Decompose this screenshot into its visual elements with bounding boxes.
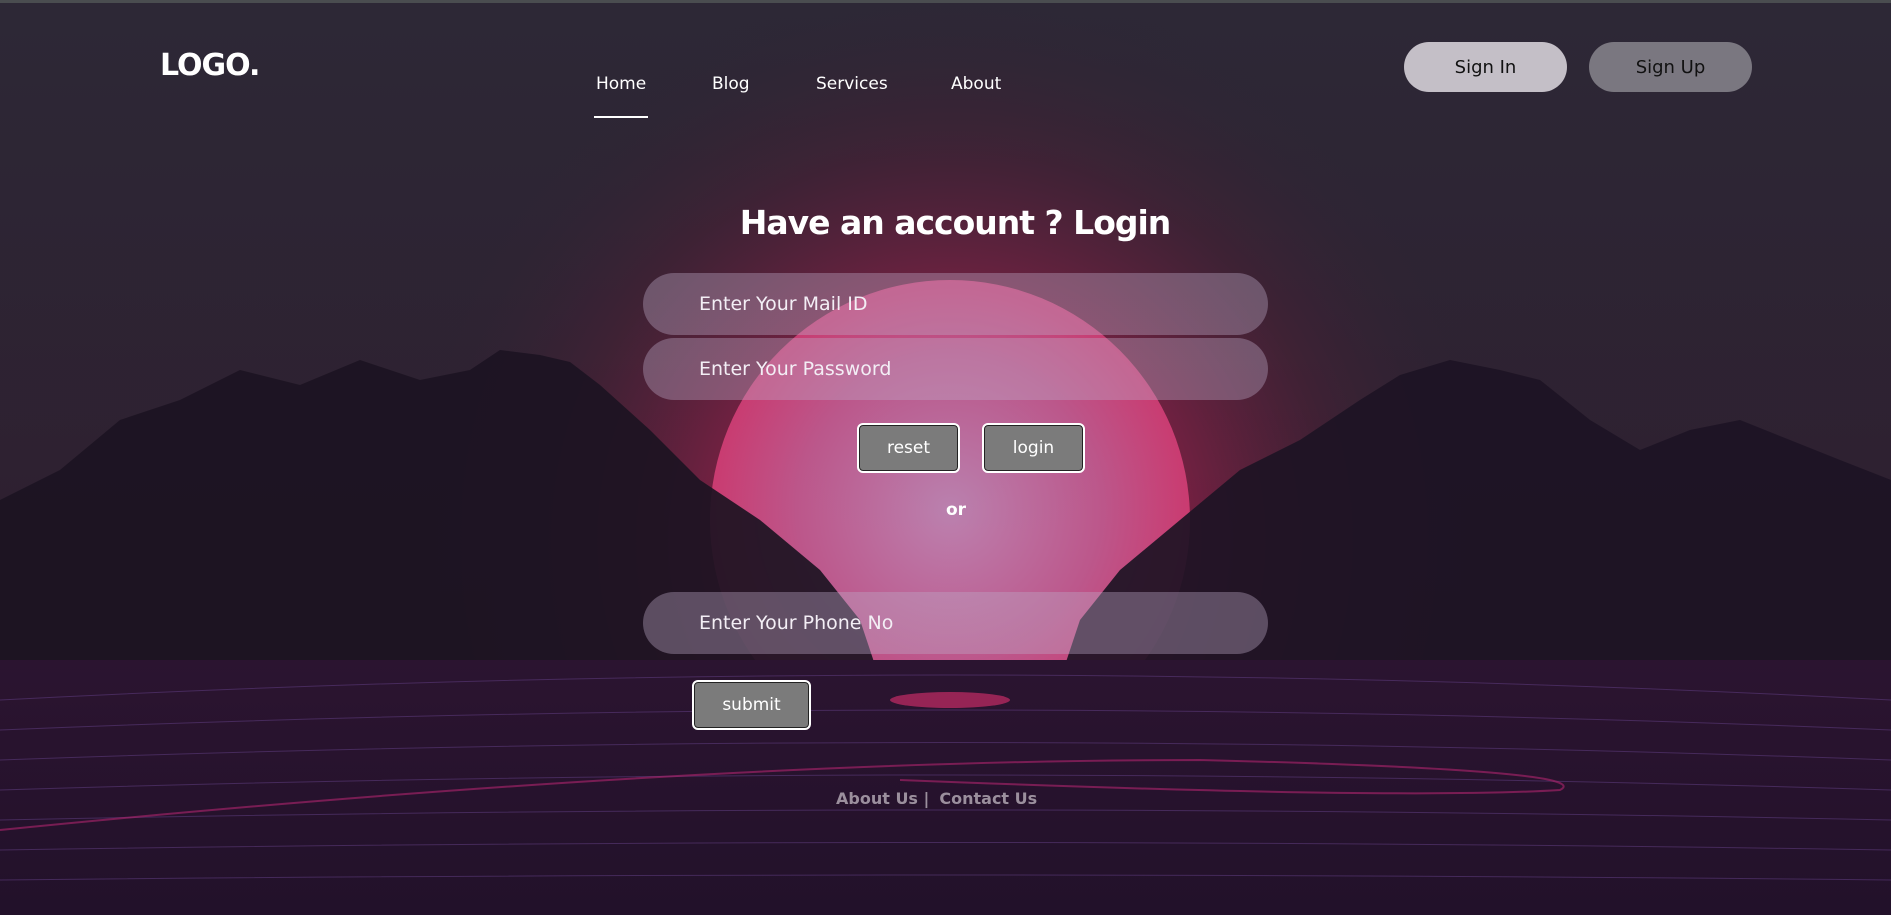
reset-button[interactable]: reset — [857, 423, 960, 473]
about-us-link[interactable]: About Us | — [836, 789, 929, 808]
contact-us-link[interactable]: Contact Us — [939, 789, 1037, 808]
or-divider: or — [946, 500, 967, 520]
sign-up-button[interactable]: Sign Up — [1589, 42, 1752, 92]
login-button[interactable]: login — [982, 423, 1085, 473]
nav-home[interactable]: Home — [596, 74, 646, 94]
sign-in-button[interactable]: Sign In — [1404, 42, 1567, 92]
phone-input[interactable]: Enter Your Phone No — [643, 592, 1268, 654]
submit-button[interactable]: submit — [692, 680, 811, 730]
page-title: Have an account ? Login — [739, 203, 1172, 242]
logo[interactable]: LOGO. — [160, 48, 260, 83]
active-nav-underline — [594, 116, 648, 118]
mail-input[interactable]: Enter Your Mail ID — [643, 273, 1268, 335]
nav-services[interactable]: Services — [816, 74, 888, 94]
password-input[interactable]: Enter Your Password — [643, 338, 1268, 400]
nav-blog[interactable]: Blog — [712, 74, 750, 94]
nav-about[interactable]: About — [951, 74, 1001, 94]
footer-links: About Us | Contact Us — [836, 789, 1037, 808]
top-border — [0, 0, 1891, 3]
